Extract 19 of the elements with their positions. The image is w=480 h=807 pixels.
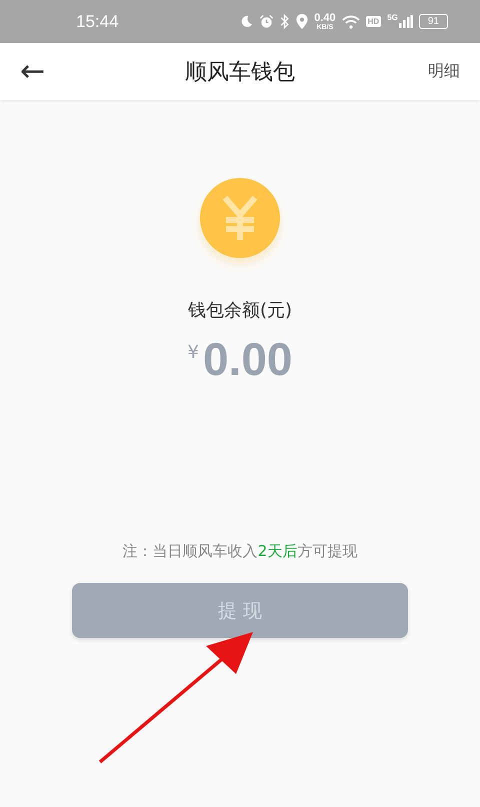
moon-icon bbox=[240, 15, 254, 28]
back-button[interactable]: ← bbox=[20, 54, 60, 89]
network-type: 5G bbox=[387, 13, 398, 22]
bluetooth-icon bbox=[280, 14, 290, 29]
alarm-clock-icon bbox=[259, 14, 274, 29]
signal-icon bbox=[398, 15, 413, 28]
hd-badge: HD bbox=[366, 16, 382, 27]
balance-amount: 0.00 bbox=[202, 336, 292, 382]
status-time: 15:44 bbox=[76, 12, 119, 32]
wifi-icon bbox=[342, 14, 360, 28]
details-link[interactable]: 明细 bbox=[428, 61, 460, 82]
balance-label: 钱包余额(元) bbox=[188, 299, 292, 322]
network-speed: 0.40 bbox=[314, 12, 336, 24]
withdraw-note: 注：当日顺风车收入2天后方可提现 bbox=[122, 542, 358, 561]
battery-level: 91 bbox=[418, 14, 448, 29]
yuan-coin-icon bbox=[200, 178, 280, 258]
currency-symbol: ¥ bbox=[188, 342, 199, 363]
page-title: 顺风车钱包 bbox=[185, 60, 295, 84]
location-pin-icon bbox=[296, 14, 308, 29]
